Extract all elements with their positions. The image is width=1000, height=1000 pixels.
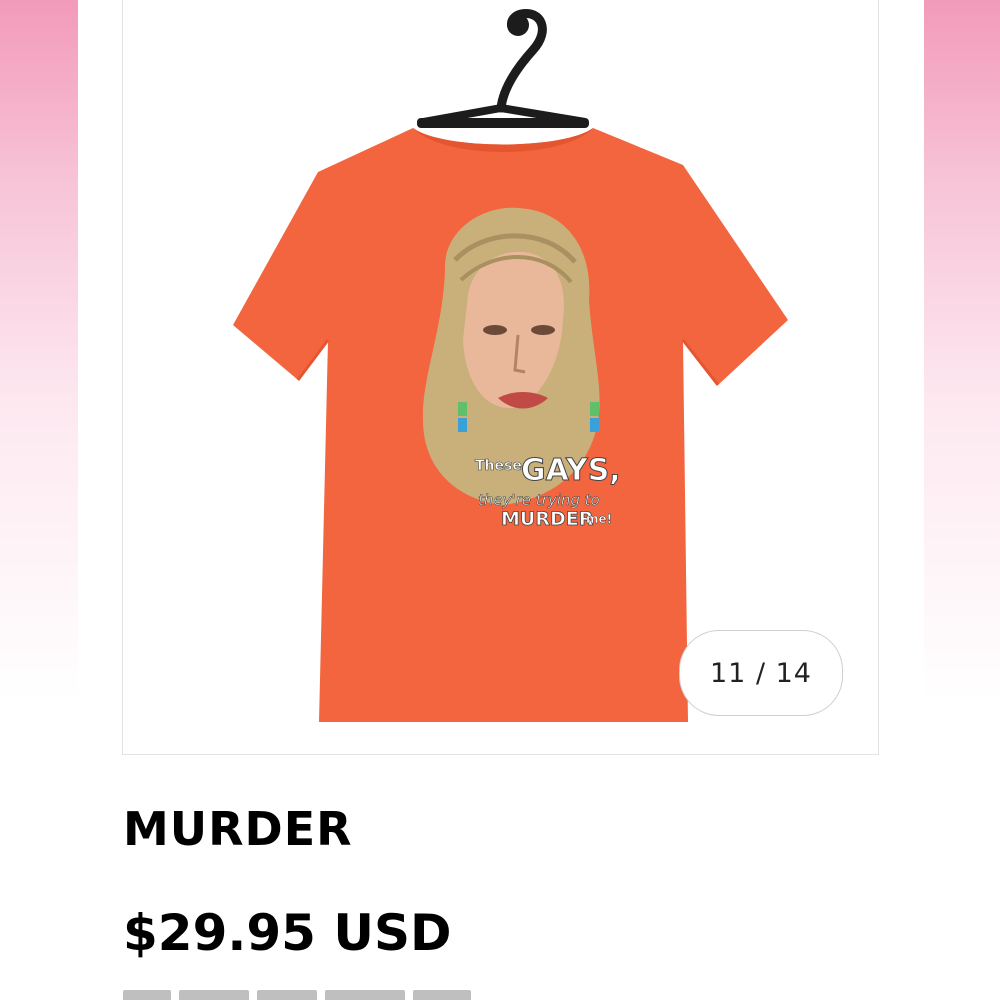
product-title: MURDER <box>123 802 353 856</box>
product-image-gallery[interactable]: These GAYS, they're trying to MURDER me!… <box>122 0 879 755</box>
product-price: $29.95 USD <box>123 904 452 962</box>
left-background-strip <box>0 0 78 1000</box>
product-panel: These GAYS, they're trying to MURDER me!… <box>78 0 924 1000</box>
print-text-these: These <box>475 458 522 474</box>
right-background-strip <box>924 0 1000 1000</box>
print-text-trying: they're trying to <box>478 491 600 509</box>
print-text-gays: GAYS, <box>521 453 621 488</box>
truncated-description-line <box>123 990 513 1000</box>
image-counter-badge: 11 / 14 <box>679 630 843 716</box>
print-text-murder: MURDER <box>501 508 594 530</box>
hanger-icon <box>417 9 589 128</box>
print-text-me: me! <box>586 512 612 526</box>
